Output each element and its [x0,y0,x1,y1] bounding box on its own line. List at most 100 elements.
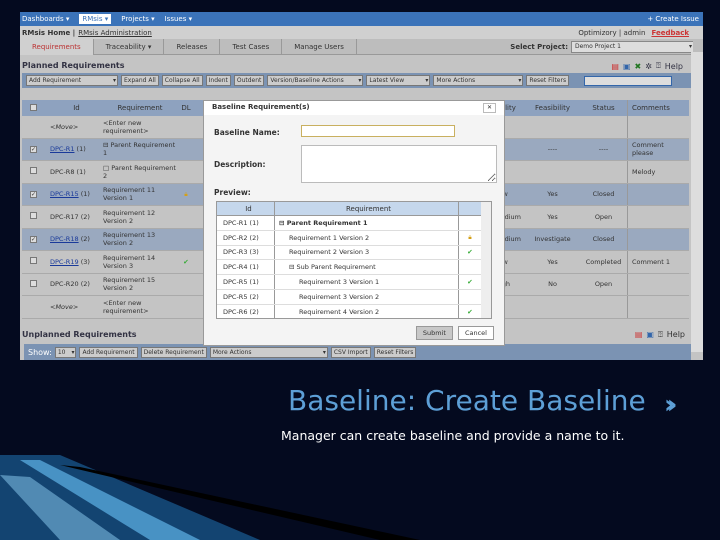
status-cell: ---- [598,145,609,154]
close-icon[interactable]: ✕ [482,103,496,113]
requirement-id-link[interactable]: DPC-R19 [50,258,79,266]
requirement-cell[interactable]: <Enter new requirement> [103,119,177,135]
submit-button[interactable]: Submit [415,326,453,340]
preview-row: DPC-R4 (1) ⊟ Sub Parent Requirement [217,260,491,276]
version: (2) [80,212,90,221]
pdf-icon[interactable]: ▤ [611,62,619,71]
row-checkbox[interactable] [30,257,37,265]
help-icon[interactable]: ⍰ [656,61,661,71]
tab-requirements[interactable]: Requirements [20,38,94,55]
unplanned-more-actions[interactable]: More Actions [209,346,328,358]
page-scrollbar[interactable] [691,52,703,352]
tab-test-cases[interactable]: Test Cases [220,38,283,55]
col-id[interactable]: Id [45,104,103,112]
requirement-cell[interactable]: □ Parent Requirement 2 [103,164,177,180]
sub-header: RMsis Home | RMsis Administration Optimi… [20,26,703,39]
col-requirement[interactable]: Requirement [103,104,177,112]
comment-cell [627,273,678,295]
view-select[interactable]: Latest View [366,75,431,86]
expand-all-button[interactable]: Expand All [121,75,159,86]
requirement-cell[interactable]: ⊟ Parent Requirement 1 [103,141,177,157]
requirement-id-link[interactable]: DPC-R1 [50,145,74,153]
tab-manage-users[interactable]: Manage Users [282,38,357,55]
requirement-cell[interactable]: Requirement 13 Version 2 [103,231,177,247]
tools-icon[interactable]: ✲ [645,62,652,71]
dialog-title: Baseline Requirement(s) [212,103,310,111]
rmsis-admin-link[interactable]: RMsis Administration [78,29,152,37]
reset-filters-button[interactable]: Reset Filters [526,75,570,86]
add-requirement-select[interactable]: Add Requirement [26,75,118,86]
row-checkbox[interactable] [30,279,37,287]
version: (1) [80,190,90,199]
preview-scrollbar[interactable] [481,202,491,318]
user-label[interactable]: Optimizory | admin [578,29,645,37]
col-dl[interactable]: DL [177,104,195,112]
requirement-cell[interactable]: Requirement 11 Version 1 [103,186,177,202]
requirement-cell[interactable]: <Enter new requirement> [103,299,177,315]
csv-import-button[interactable]: CSV Import [330,346,371,358]
preview-row: DPC-R5 (1) Requirement 3 Version 1 ✔ [217,275,491,290]
create-issue-link[interactable]: + Create Issue [647,15,699,23]
col-comments[interactable]: Comments [627,100,678,116]
collapse-all-button[interactable]: Collapse All [161,75,203,86]
word-icon[interactable]: ▣ [646,330,654,340]
nav-rmsis[interactable]: RMsis ▾ [79,14,112,24]
requirement-id-link[interactable]: DPC-R15 [50,190,79,198]
unplanned-help-link[interactable]: Help [667,330,685,340]
rmsis-home-link[interactable]: RMsis Home [22,29,70,37]
requirement-id-link[interactable]: DPC-R8 [50,168,74,176]
nav-dashboards[interactable]: Dashboards ▾ [22,15,69,23]
preview-requirement: Requirement 3 Version 1 [275,275,459,289]
row-checkbox[interactable]: ✓ [30,146,37,154]
version: (1) [76,145,86,154]
more-actions-select[interactable]: More Actions [433,75,524,86]
preview-requirement: ⊟ Sub Parent Requirement [275,260,459,275]
feasibility-cell: Yes [547,190,558,199]
tab-releases[interactable]: Releases [164,38,221,55]
requirement-id-link[interactable]: DPC-R20 [50,280,79,288]
help-link[interactable]: Help [665,62,683,71]
double-chevron-icon: ›› [664,390,678,420]
word-icon[interactable]: ▣ [623,62,631,71]
requirement-cell[interactable]: Requirement 15 Version 2 [103,276,177,292]
version-actions-select[interactable]: Version/Baseline Actions [267,75,364,86]
nav-issues[interactable]: Issues ▾ [165,15,193,23]
unplanned-reset-filters[interactable]: Reset Filters [373,346,417,358]
preview-requirement: Requirement 1 Version 2 [275,230,459,245]
indent-button[interactable]: Indent [205,75,231,86]
move-cell[interactable]: <Move> [45,303,103,311]
project-select[interactable]: Demo Project 1 [571,40,693,53]
row-checkbox[interactable] [30,212,37,220]
requirement-cell[interactable]: Requirement 14 Version 3 [103,254,177,270]
filter-input[interactable] [584,75,673,86]
tab-traceability[interactable]: Traceability ▾ [94,38,165,55]
move-cell[interactable]: <Move> [45,123,103,131]
help-icon[interactable]: ⍰ [658,330,663,340]
comment-cell: Comment please [627,138,678,160]
version: (3) [80,257,90,266]
row-checkbox[interactable]: ✓ [30,191,37,199]
delete-requirement-button[interactable]: Delete Requirement [140,346,207,358]
nav-projects[interactable]: Projects ▾ [121,15,154,23]
requirement-id-link[interactable]: DPC-R17 [50,213,79,221]
description-label: Description: [214,160,266,169]
col-feasibility[interactable]: Feasibility [525,104,580,112]
row-checkbox[interactable]: ✓ [30,236,37,244]
cancel-button[interactable]: Cancel [457,326,494,340]
col-status[interactable]: Status [580,104,627,112]
baseline-name-input[interactable] [301,125,455,137]
add-requirement-button[interactable]: Add Requirement [79,346,138,358]
description-textarea[interactable] [301,145,497,183]
feedback-link[interactable]: Feedback [651,29,689,37]
feasibility-cell: ---- [547,145,558,154]
excel-icon[interactable]: ✖ [635,62,642,71]
select-all-checkbox[interactable] [30,103,37,111]
requirement-cell[interactable]: Requirement 12 Version 2 [103,209,177,225]
outdent-button[interactable]: Outdent [233,75,265,86]
pdf-icon[interactable]: ▤ [635,330,643,340]
requirement-id-link[interactable]: DPC-R18 [50,235,79,243]
planned-header: Planned Requirements ▤ ▣ ✖ ✲ ⍰ Help [20,55,703,73]
preview-id: DPC-R5 (1) [217,275,275,289]
row-checkbox[interactable] [30,167,37,175]
show-count-select[interactable]: 10 [54,346,77,358]
